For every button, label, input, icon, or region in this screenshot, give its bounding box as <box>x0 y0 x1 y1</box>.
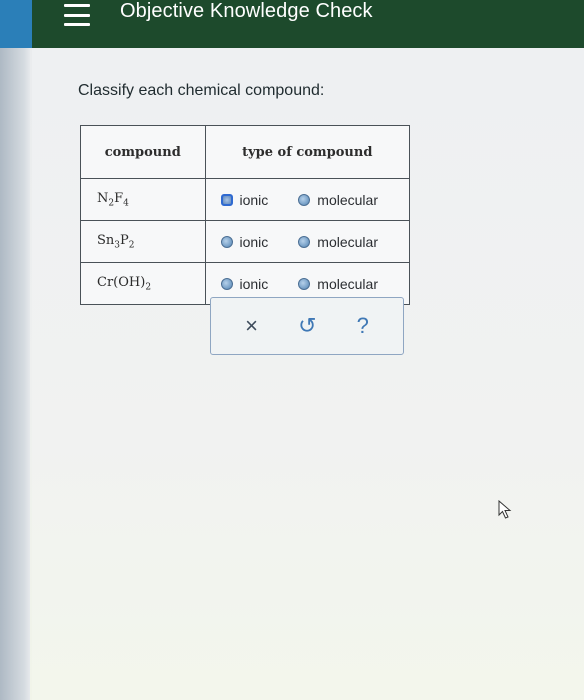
question-prompt: Classify each chemical compound: <box>78 82 325 99</box>
ionic-label: ionic <box>239 275 269 292</box>
compound-formula: N2F4 <box>80 178 206 221</box>
type-cell: ionic molecular <box>204 220 410 263</box>
left-edge-strip <box>0 0 30 700</box>
molecular-option[interactable]: molecular <box>298 234 378 250</box>
type-cell: ionic molecular <box>204 178 410 221</box>
molecular-label: molecular <box>317 191 378 208</box>
molecular-label: molecular <box>317 275 378 292</box>
radio-ionic[interactable] <box>220 235 233 248</box>
radio-molecular[interactable] <box>298 235 311 248</box>
molecular-option[interactable]: molecular <box>298 192 378 208</box>
app-header: Objective Knowledge Check <box>0 0 584 48</box>
hamburger-menu-icon[interactable] <box>64 4 90 26</box>
mouse-cursor-icon <box>498 500 512 519</box>
compound-column-header: compound <box>80 125 206 179</box>
type-column-header: type of compound <box>204 125 410 179</box>
ionic-option[interactable]: ionic <box>220 191 269 208</box>
molecular-label: molecular <box>317 233 378 250</box>
radio-molecular[interactable] <box>298 277 311 290</box>
answer-actions: × ↺ ? <box>210 297 404 355</box>
table-row: Sn3P2 ionic molecular <box>80 220 410 263</box>
ionic-option[interactable]: ionic <box>220 233 269 250</box>
ionic-option[interactable]: ionic <box>220 275 269 292</box>
table-header-row: compound type of compound <box>80 125 410 179</box>
undo-button[interactable]: ↺ <box>298 313 316 339</box>
radio-molecular[interactable] <box>298 193 311 206</box>
molecular-option[interactable]: molecular <box>298 276 378 292</box>
compound-formula: Sn3P2 <box>80 220 206 263</box>
classification-table: compound type of compound N2F4 ionic mol… <box>80 125 410 305</box>
page-title: Objective Knowledge Check <box>120 0 373 22</box>
ionic-label: ionic <box>239 233 269 250</box>
radio-ionic[interactable] <box>220 277 233 290</box>
compound-formula: Cr(OH)2 <box>80 262 206 305</box>
ionic-label: ionic <box>239 191 269 208</box>
header-left-accent <box>0 0 32 48</box>
clear-button[interactable]: × <box>245 313 258 339</box>
help-button[interactable]: ? <box>357 313 369 339</box>
table-row: N2F4 ionic molecular <box>80 178 410 221</box>
radio-ionic-selected[interactable] <box>220 193 233 206</box>
